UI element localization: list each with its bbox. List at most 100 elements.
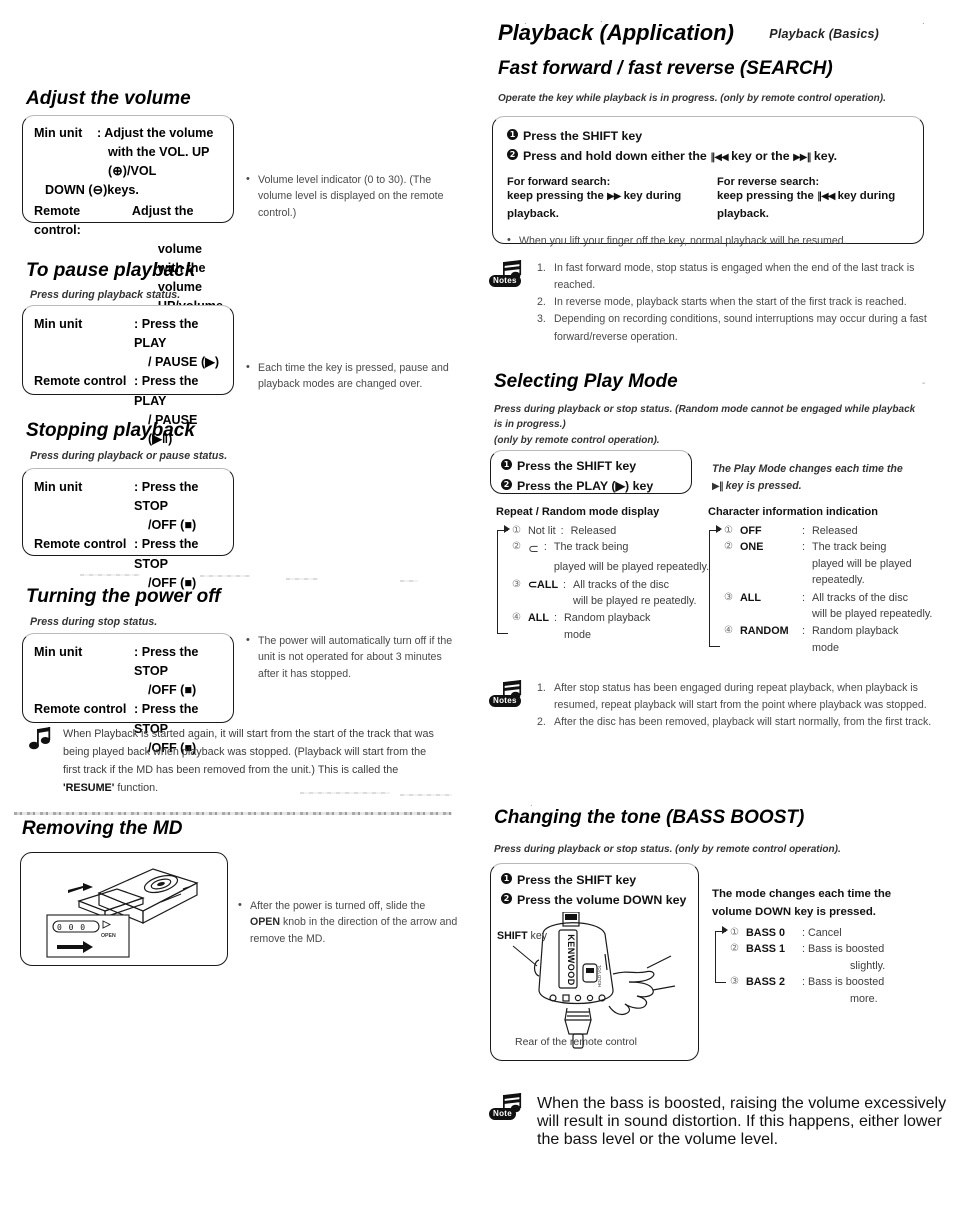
cycle-arrow-icon: [504, 525, 510, 533]
reverse-search-body-a: keep pressing the: [717, 190, 818, 203]
mode-row: ② ONE : The track being played will be p…: [724, 539, 940, 588]
play-mode-note-item-2: 2. After the disc has been removed, playb…: [537, 714, 950, 731]
mode-index: ③: [724, 591, 733, 603]
pause-row2-value: : Press the PLAY: [134, 374, 199, 408]
bass-row: ② BASS 1 : Bass is boosted slightly.: [730, 941, 939, 974]
search-step-2-a: Press and hold down either the: [523, 149, 711, 164]
search-note-2: In reverse mode, playback starts when th…: [554, 296, 907, 309]
mode-index: ④: [724, 625, 733, 637]
play-mode-side-note-1: The Play Mode changes each time the: [712, 463, 903, 475]
pause-side-note: Each time the key is pressed, pause and …: [246, 359, 458, 393]
shift-key-label: SHIFT key: [497, 930, 547, 942]
search-step-1-label: Press the SHIFT key: [523, 129, 643, 143]
section-divider: [14, 812, 452, 815]
svg-text:HOLD VOL: HOLD VOL: [597, 964, 602, 987]
search-step-2-c: key.: [810, 149, 838, 164]
search-step-2: 2 Press and hold down either the ‖◀◀ key…: [507, 146, 911, 166]
left-column: Adjust the volume Min unit : Adjust the …: [0, 0, 470, 1232]
play-mode-instruction-box: 1 Press the SHIFT key 2 Press the PLAY (…: [490, 450, 692, 494]
mode-name: ⊂ALL: [528, 578, 559, 591]
volume-row1-key: Min unit: [34, 126, 83, 140]
repeat-random-title: Repeat / Random mode display: [496, 506, 660, 518]
step-number-2: 2: [501, 479, 512, 491]
resume-keyword: 'RESUME': [63, 781, 115, 794]
removing-md-note: After the power is turned off, slide the…: [238, 897, 458, 947]
bass-name: BASS 2: [746, 976, 786, 989]
play-mode-step-2: 2 Press the PLAY (▶) key: [501, 476, 681, 496]
play-mode-note-item-1: 1. After stop status has been engaged dur…: [537, 680, 950, 714]
removing-md-note-2: knob in the direction of the arrow and r…: [250, 916, 458, 945]
forward-search-body-a: keep pressing the: [507, 190, 608, 203]
note-icon-label: Note: [489, 1108, 516, 1120]
bass-desc-cont: more.: [850, 992, 878, 1005]
rewind-icon: ‖◀◀: [710, 152, 728, 164]
mode-row: ③ ALL : All tracks of the disc will be p…: [724, 590, 940, 623]
resume-memo: When Playback is started again, it will …: [28, 726, 438, 798]
music-note-icon: [28, 726, 54, 754]
bass-lead: Press during playback or stop status. (o…: [494, 844, 841, 855]
resume-text-1: When Playback is started again, it will …: [63, 728, 434, 776]
bass-row: ① BASS 0 : Cancel: [730, 925, 939, 941]
cycle-bracket: [497, 530, 508, 635]
mode-desc-cont: will be played repeatedly.: [812, 608, 933, 621]
mode-desc-cont: played will be played repeatedly.: [553, 561, 710, 574]
mode-row: ② ⊂ : The track being played will be pla…: [512, 539, 711, 575]
pause-instruction-box: Min unit : Press the PLAY / PAUSE (▶) Re…: [22, 305, 234, 446]
mode-name: ALL: [528, 612, 549, 625]
volume-row1-value: : Adjust the volume: [97, 126, 214, 140]
play-mode-lead-2: (only by remote control operation).: [494, 435, 660, 446]
heading-bass-boost: Changing the tone (BASS BOOST): [494, 807, 805, 828]
volume-row2-key: Remote control:: [34, 203, 81, 237]
bass-desc: : Bass is boosted: [802, 976, 885, 989]
bass-name: BASS 1: [746, 943, 786, 956]
remote-figure-caption: Rear of the remote control: [515, 1036, 637, 1048]
search-step-2-b: key or the: [727, 149, 794, 164]
play-mode-notes-block: Notes 1. After stop status has been engag…: [488, 680, 950, 731]
bass-step-1: 1 Press the SHIFT key: [501, 870, 688, 890]
pause-row1-key: Min unit: [34, 317, 83, 331]
fast-forward-icon: ▶▶‖: [793, 152, 811, 164]
mode-row: ① Not lit : Released: [512, 523, 711, 539]
svg-text:OPEN: OPEN: [101, 933, 116, 939]
play-mode-notes-list: 1. After stop status has been engaged dur…: [537, 680, 950, 731]
bass-side-note-1: The mode changes each time the: [712, 888, 892, 900]
fast-forward-icon-2: ▶▶: [607, 191, 621, 203]
mode-name: ONE: [740, 541, 764, 554]
power-lead: Press during stop status.: [30, 616, 158, 628]
pause-row1-value: : Press the PLAY: [134, 317, 199, 351]
step-number-1: 1: [507, 129, 518, 140]
volume-side-note: Volume level indicator (0 to 30). (The v…: [246, 171, 463, 221]
md-player-illustration: 0 0 0 OPEN: [46, 868, 199, 958]
section-pause-playback: To pause playback: [26, 260, 195, 282]
mode-desc-cont: mode: [564, 628, 592, 641]
reverse-search-body: keep pressing the ‖◀◀ key during playbac…: [717, 188, 911, 223]
bass-index: ①: [730, 927, 739, 938]
search-bullet-note: When you lift your finger off the key, n…: [507, 232, 911, 249]
heading-power-off: Turning the power off: [26, 586, 221, 607]
search-note-1: In fast forward mode, stop status is eng…: [554, 262, 915, 292]
heading-play-mode: Selecting Play Mode: [494, 371, 678, 392]
svg-text:0 0 0: 0 0 0: [57, 923, 86, 932]
shift-key-label-bold: SHIFT: [497, 930, 528, 942]
volume-row2-value: Adjust the: [131, 203, 194, 218]
notes-icon: Notes: [488, 260, 528, 294]
heading-removing-md: Removing the MD: [22, 818, 183, 839]
title-playback-application: Playback (Application): [498, 20, 734, 45]
stop-row1-cont: /OFF (■): [148, 518, 197, 533]
mode-index: ②: [512, 541, 521, 553]
search-lead: Operate the key while playback is in pro…: [498, 93, 886, 104]
section-power-off: Turning the power off: [26, 586, 221, 608]
mode-index: ①: [724, 525, 733, 536]
bass-note-block: Note When the bass is boosted, raising t…: [488, 1093, 950, 1149]
mode-desc: All tracks of the disc: [573, 578, 670, 591]
bass-note-text: When the bass is boosted, raising the vo…: [537, 1095, 947, 1148]
volume-row1-cont2: DOWN (⊖)keys.: [45, 183, 139, 198]
volume-instruction-box: Min unit : Adjust the volume with the VO…: [22, 115, 234, 352]
bass-desc: : Bass is boosted: [802, 943, 885, 956]
heading-search: Fast forward / fast reverse (SEARCH): [498, 58, 833, 79]
pause-row2-key: Remote control: [34, 374, 127, 389]
play-mode-step-2-label: Press the PLAY (▶) key: [517, 479, 654, 494]
cycle-arrow-icon: [722, 926, 728, 934]
cycle-bracket: [715, 931, 726, 984]
search-instruction-box: 1 Press the SHIFT key 2 Press and hold d…: [492, 116, 924, 249]
